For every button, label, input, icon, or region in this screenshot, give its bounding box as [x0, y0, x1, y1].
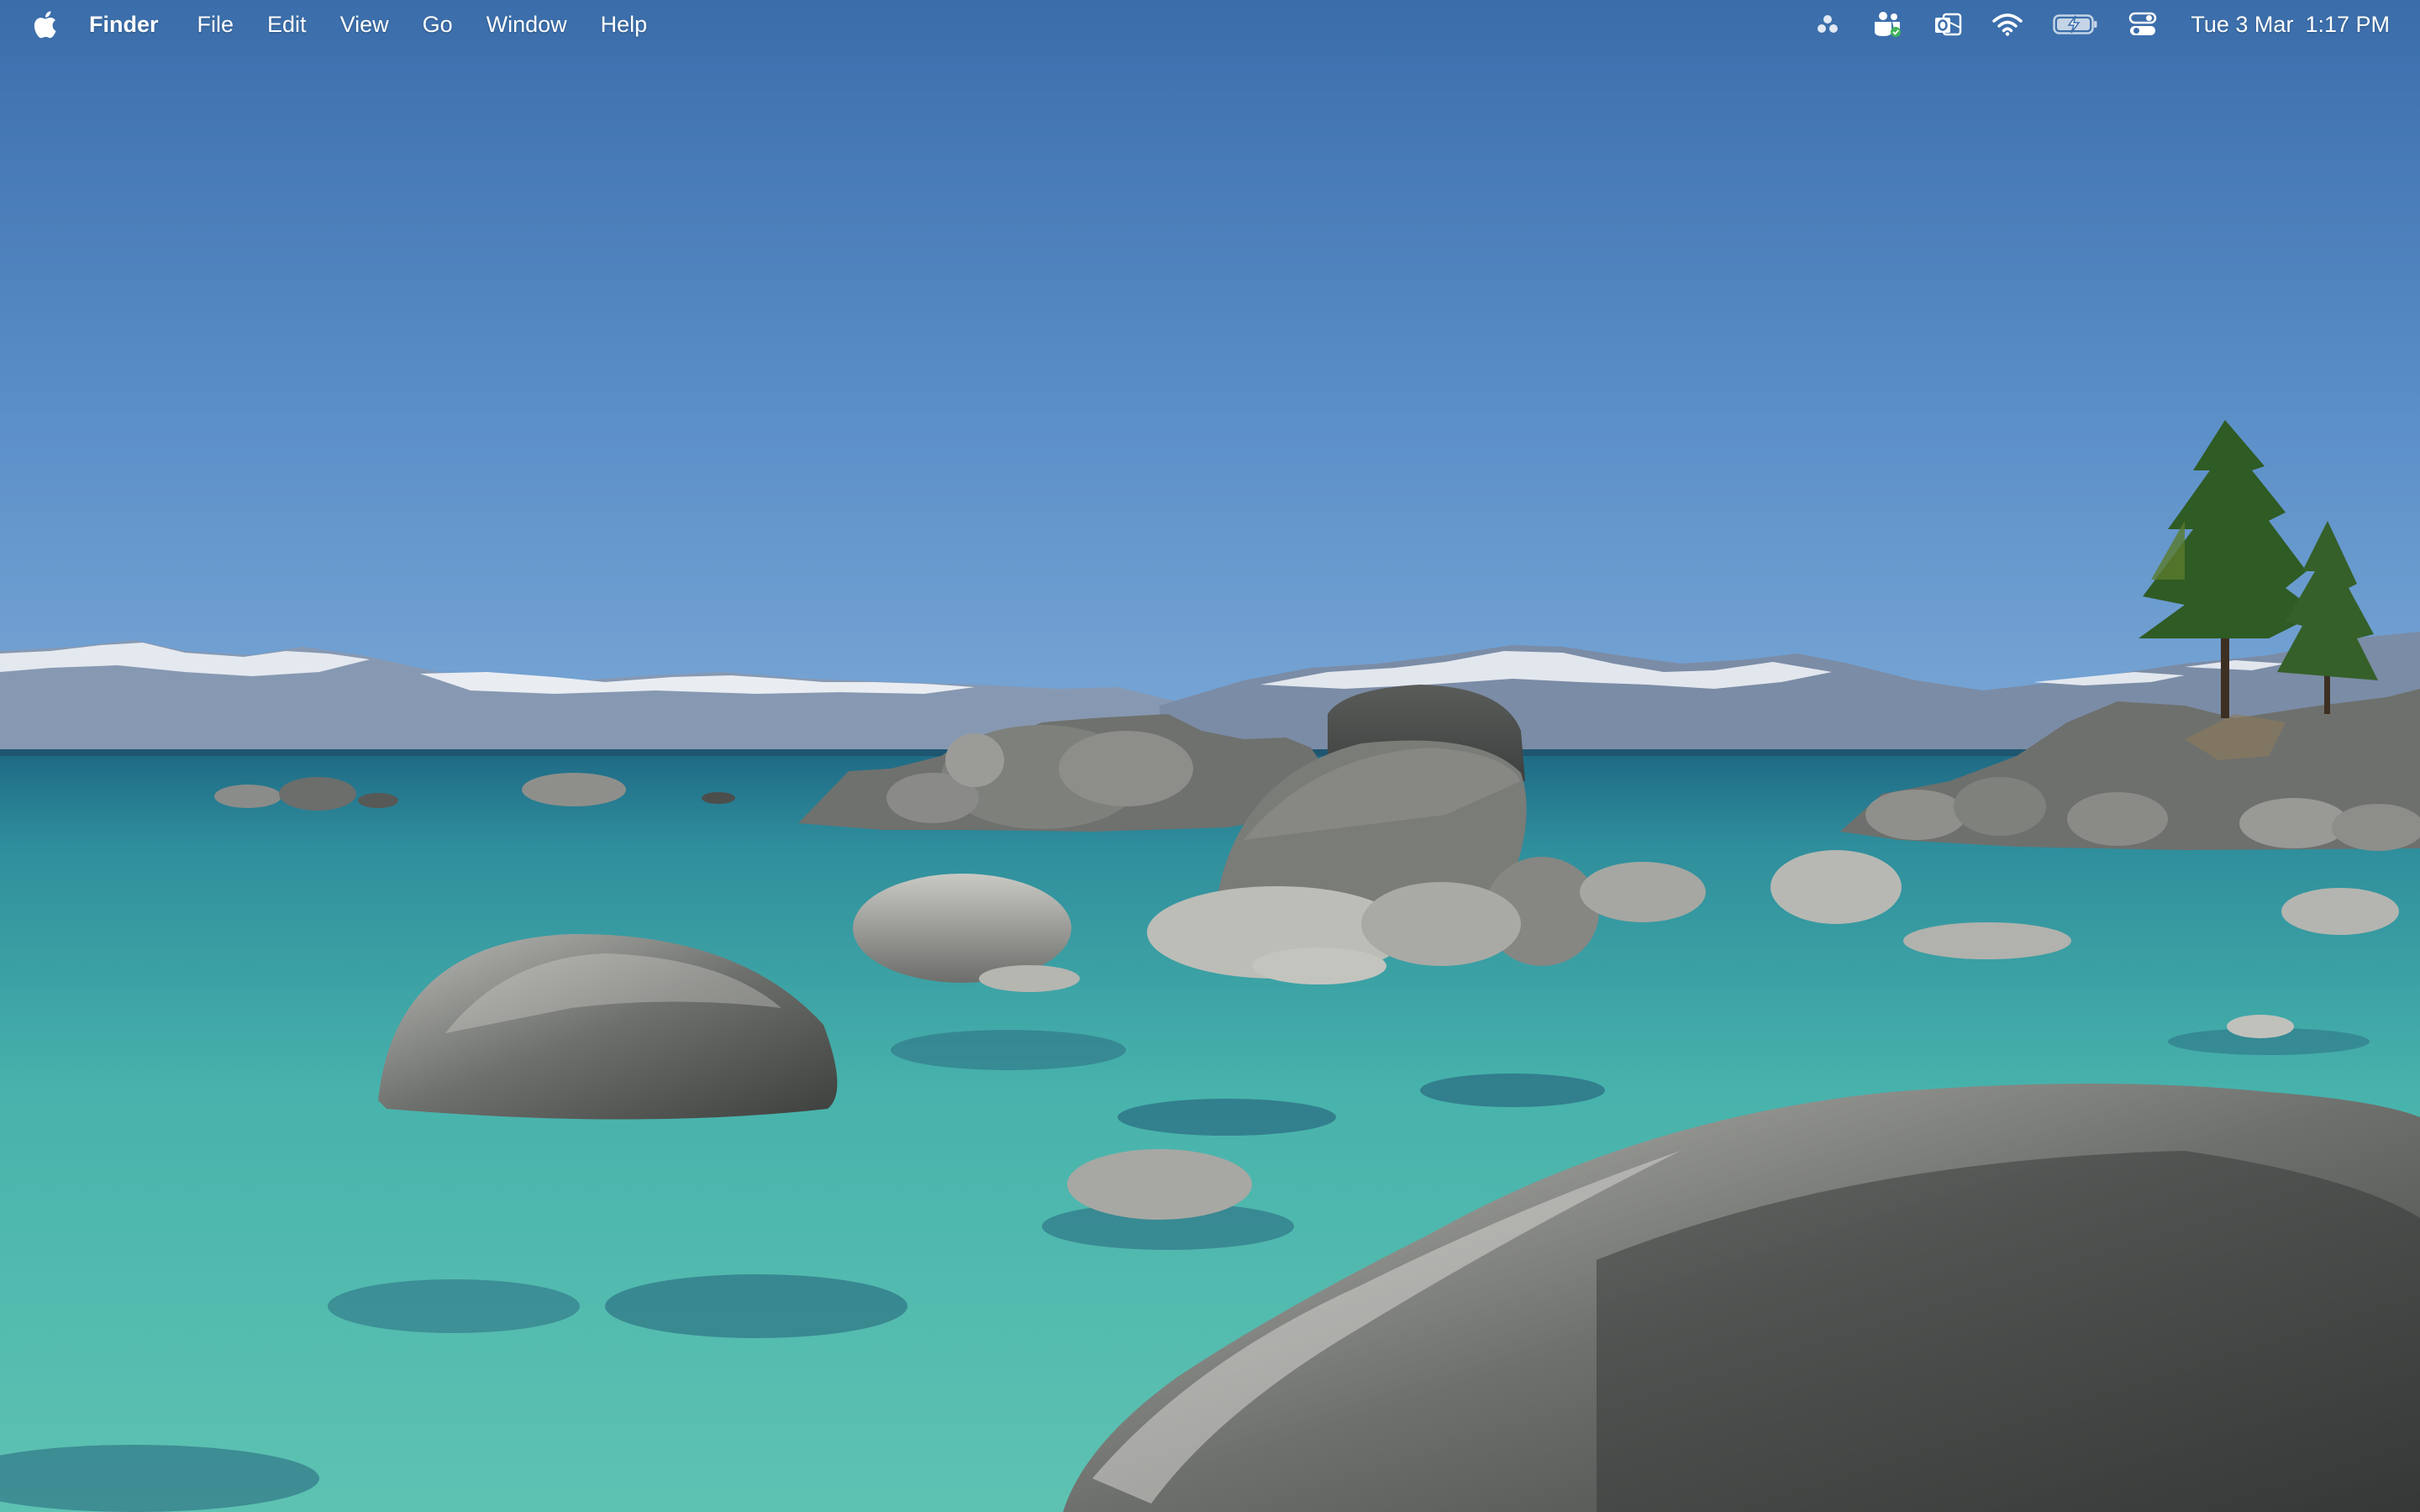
menu-help[interactable]: Help — [601, 8, 648, 41]
menu-file[interactable]: File — [197, 8, 234, 41]
menu-bar-clock[interactable]: Tue 3 Mar 1:17 PM — [2191, 12, 2390, 38]
outlook-icon[interactable] — [1933, 0, 1962, 49]
clock-time: 1:17 PM — [2305, 11, 2390, 37]
menu-go[interactable]: Go — [423, 8, 453, 41]
menu-window[interactable]: Window — [487, 8, 567, 41]
menu-view[interactable]: View — [340, 8, 389, 41]
teams-icon[interactable] — [1871, 0, 1903, 49]
desktop-wallpaper — [0, 0, 2420, 1512]
battery-charging-icon[interactable] — [2053, 0, 2098, 49]
siri-dots-icon[interactable] — [1814, 0, 1841, 49]
apple-logo-icon[interactable] — [30, 8, 59, 41]
desktop: Finder File Edit View Go Window Help Tue… — [0, 0, 2420, 1512]
menu-bar: Finder File Edit View Go Window Help Tue… — [0, 0, 2420, 49]
control-center-icon[interactable] — [2128, 0, 2157, 49]
menu-edit[interactable]: Edit — [267, 8, 307, 41]
wifi-icon[interactable] — [1992, 0, 2023, 49]
menu-bar-left: Finder File Edit View Go Window Help — [0, 0, 681, 49]
clock-date: Tue 3 Mar — [2191, 11, 2294, 37]
menu-bar-status-area: Tue 3 Mar 1:17 PM — [1784, 0, 2420, 49]
menu-app-name[interactable]: Finder — [89, 8, 159, 41]
